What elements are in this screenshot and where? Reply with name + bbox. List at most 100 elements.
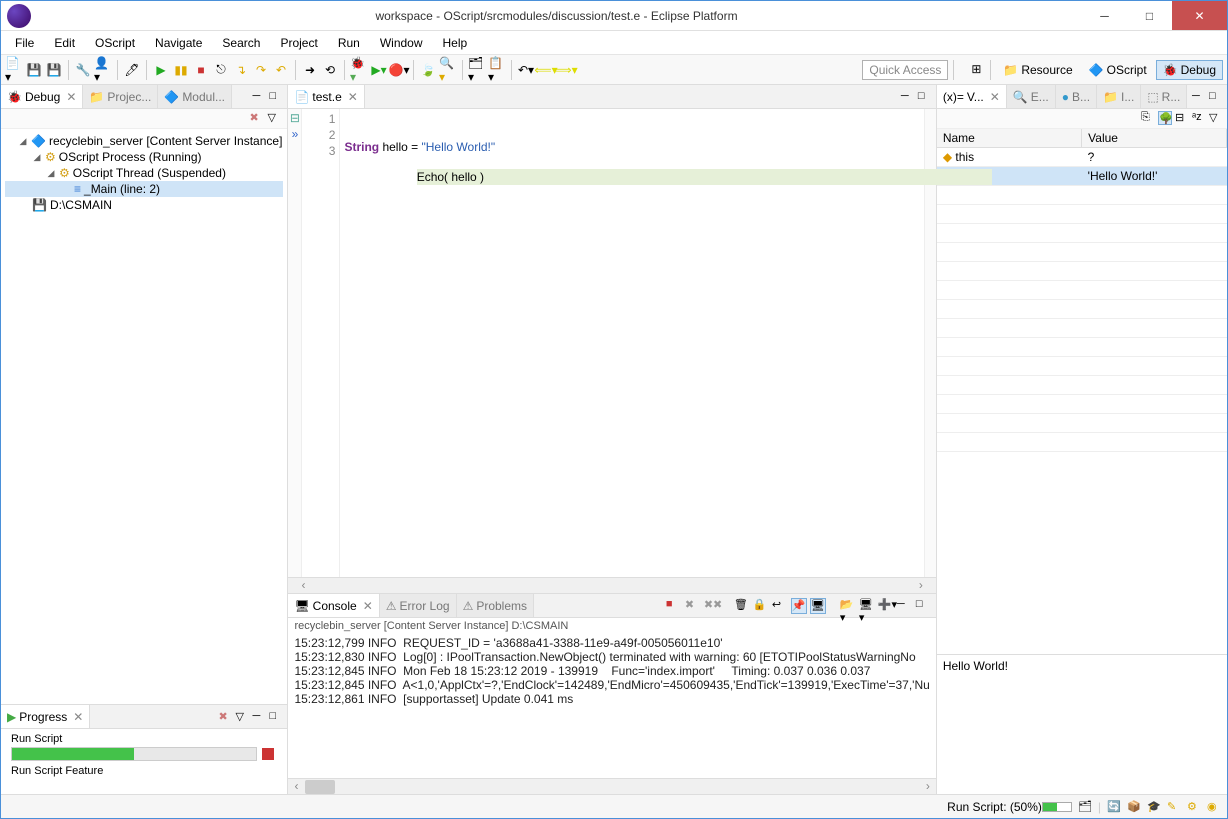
open-console-icon[interactable]: 📂▾ [840, 598, 856, 614]
new-console-icon[interactable]: ➕▾ [878, 598, 894, 614]
remove-all-icon[interactable]: ✖✖ [704, 598, 720, 614]
sort-icon[interactable]: ᵃz [1192, 111, 1206, 125]
tree-target[interactable]: 💾D:\CSMAIN [5, 197, 283, 213]
show-logical-icon[interactable]: 🌳 [1158, 111, 1172, 125]
quick-access[interactable]: Quick Access [862, 60, 948, 80]
tab-debug[interactable]: 🐞Debug✕ [1, 85, 83, 108]
console-horizontal-scrollbar[interactable]: ‹ › [288, 778, 935, 794]
minimize-icon[interactable]: ─ [897, 598, 913, 614]
minimize-icon[interactable]: ─ [252, 710, 266, 724]
folding-icon[interactable]: ⊟ [288, 111, 301, 127]
close-tab-icon[interactable]: ✕ [66, 90, 76, 104]
clear-icon[interactable]: 🗑 [734, 598, 750, 614]
profile-icon[interactable]: 🍃 [419, 61, 437, 79]
run-to-line-icon[interactable]: ➜ [301, 61, 319, 79]
remove-icon[interactable]: ✖ [249, 111, 263, 125]
tab-modules[interactable]: 🔷Modul... [158, 85, 232, 108]
editor-horizontal-scrollbar[interactable]: ‹ › [288, 577, 935, 593]
build-icon[interactable]: 🔧 [74, 61, 92, 79]
close-button[interactable]: ✕ [1172, 1, 1227, 30]
view-menu-icon[interactable]: ▽ [235, 710, 249, 724]
step-into-icon[interactable]: ↴ [232, 61, 250, 79]
view-menu-icon[interactable]: ▽ [267, 111, 281, 125]
collapse-icon[interactable]: ◢ [18, 136, 28, 147]
search-icon[interactable]: 🔍▾ [439, 61, 457, 79]
tab-expressions[interactable]: 🔍E... [1007, 85, 1056, 108]
maximize-icon[interactable]: □ [918, 90, 932, 104]
show-type-icon[interactable]: ⎘ [1141, 111, 1155, 125]
wand-icon[interactable]: 🖊 [123, 61, 141, 79]
menu-window[interactable]: Window [372, 34, 431, 52]
table-row[interactable]: ◆ this ? [937, 148, 1227, 167]
terminate-icon[interactable]: ■ [192, 61, 210, 79]
menu-edit[interactable]: Edit [46, 34, 83, 52]
view-menu-icon[interactable]: ▽ [1209, 111, 1223, 125]
close-tab-icon[interactable]: ✕ [990, 90, 1000, 104]
code-area[interactable]: String hello = "Hello World!" Echo( hell… [340, 109, 923, 577]
tab-interactive[interactable]: 📁I... [1097, 85, 1141, 108]
menu-run[interactable]: Run [330, 34, 368, 52]
run-icon[interactable]: ▶▾ [370, 61, 388, 79]
perspective-debug[interactable]: 🐞Debug [1156, 60, 1223, 80]
scrollbar-thumb[interactable] [305, 780, 335, 794]
maximize-icon[interactable]: □ [916, 598, 932, 614]
status-edit-icon[interactable]: ✎ [1167, 800, 1181, 814]
status-updates-icon[interactable]: 📦 [1127, 800, 1141, 814]
editor-tab[interactable]: 📄test.e✕ [288, 85, 364, 108]
tab-breakpoints[interactable]: ●B... [1056, 85, 1097, 108]
step-return-icon[interactable]: ↶ [272, 61, 290, 79]
open-perspective-icon[interactable]: ⊞ [967, 60, 985, 78]
col-value[interactable]: Value [1082, 129, 1227, 148]
status-samples-icon[interactable]: ◉ [1207, 800, 1221, 814]
tab-problems[interactable]: ⚠Problems [457, 594, 534, 617]
open-type-icon[interactable]: 🗂▾ [468, 61, 486, 79]
col-name[interactable]: Name [937, 129, 1082, 148]
stop-icon[interactable] [262, 748, 274, 760]
forward-icon[interactable]: ⟹▾ [557, 61, 575, 79]
tree-launch-config[interactable]: ◢🔷recyclebin_server [Content Server Inst… [5, 133, 283, 149]
tab-console[interactable]: 🖥Console✕ [288, 594, 379, 617]
tab-error-log[interactable]: ⚠Error Log [380, 594, 457, 617]
menu-oscript[interactable]: OScript [87, 34, 143, 52]
show-console-icon[interactable]: 🖥 [810, 598, 826, 614]
collapse-all-icon[interactable]: ⊟ [1175, 111, 1189, 125]
tab-progress[interactable]: ▶Progress✕ [1, 705, 90, 728]
drop-frame-icon[interactable]: ⟲ [321, 61, 339, 79]
menu-help[interactable]: Help [435, 34, 476, 52]
back-icon[interactable]: ⟸▾ [537, 61, 555, 79]
close-tab-icon[interactable]: ✕ [73, 710, 83, 724]
debug-icon[interactable]: 🐞▾ [350, 61, 368, 79]
step-over-icon[interactable]: ↷ [252, 61, 270, 79]
coverage-icon[interactable]: 🔴▾ [390, 61, 408, 79]
terminate-icon[interactable]: ■ [666, 598, 682, 614]
tree-thread[interactable]: ◢⚙OScript Thread (Suspended) [5, 165, 283, 181]
close-tab-icon[interactable]: ✕ [348, 90, 358, 104]
close-tab-icon[interactable]: ✕ [363, 599, 373, 613]
person-icon[interactable]: 👤▾ [94, 61, 112, 79]
minimize-icon[interactable]: ─ [901, 90, 915, 104]
save-all-icon[interactable]: 💾 [45, 61, 63, 79]
remove-all-icon[interactable]: ✖ [218, 710, 232, 724]
variable-detail-pane[interactable]: Hello World! [937, 654, 1227, 794]
pin-console-icon[interactable]: 📌 [791, 598, 807, 614]
status-overview-icon[interactable]: 🗂 [1078, 800, 1092, 814]
disconnect-icon[interactable]: ⎋ [212, 61, 230, 79]
tab-registers[interactable]: ⬚R... [1141, 85, 1187, 108]
tab-variables[interactable]: (x)=V...✕ [937, 85, 1007, 108]
maximize-icon[interactable]: □ [269, 710, 283, 724]
tab-project-explorer[interactable]: 📁Projec... [83, 85, 158, 108]
editor-body[interactable]: ⊟ » 1 2 3 String hello = "Hello World!" … [288, 109, 935, 577]
display-console-icon[interactable]: 🖥▾ [859, 598, 875, 614]
prev-edit-icon[interactable]: ↶▾ [517, 61, 535, 79]
scroll-lock-icon[interactable]: 🔒 [753, 598, 769, 614]
resume-icon[interactable]: ▶ [152, 61, 170, 79]
variables-table[interactable]: Name Value ◆ this ? ◆ hello 'Hello World… [937, 129, 1227, 654]
save-icon[interactable]: 💾 [25, 61, 43, 79]
tree-process[interactable]: ◢⚙OScript Process (Running) [5, 149, 283, 165]
status-gear-icon[interactable]: ⚙ [1187, 800, 1201, 814]
maximize-icon[interactable]: □ [269, 90, 283, 104]
suspend-icon[interactable]: ▮▮ [172, 61, 190, 79]
collapse-icon[interactable]: ◢ [46, 168, 56, 179]
maximize-icon[interactable]: □ [1209, 90, 1223, 104]
debug-tree[interactable]: ◢🔷recyclebin_server [Content Server Inst… [1, 129, 287, 704]
